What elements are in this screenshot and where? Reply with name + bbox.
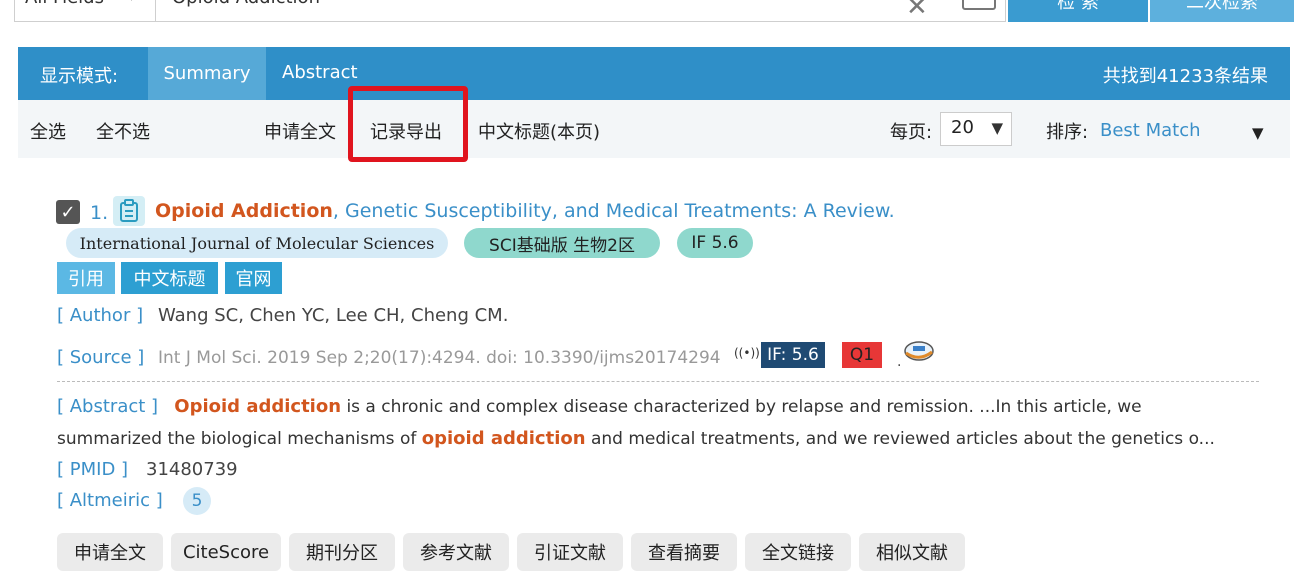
abstract-text-1: is a chronic and complex disease charact…	[341, 397, 1142, 417]
sort-select[interactable]: Best Match	[1100, 120, 1201, 141]
abstract-line-1: [ Abstract ] Opioid addiction is a chron…	[57, 396, 1142, 417]
sci-zone-badge[interactable]: SCI基础版 生物2区	[464, 228, 660, 258]
title-highlight: Opioid Addiction	[155, 200, 333, 222]
search-field-value: All Fields	[25, 0, 104, 8]
select-all-link[interactable]: 全选	[30, 118, 66, 144]
abstract-line-2: summarized the biological mechanisms of …	[57, 428, 1215, 449]
broadcast-icon: ((•))	[734, 346, 760, 360]
official-site-button[interactable]: 官网	[225, 262, 282, 294]
title-rest: , Genetic Susceptibility, and Medical Tr…	[332, 200, 895, 222]
references-button[interactable]: 参考文献	[403, 533, 509, 571]
section-divider	[57, 381, 1259, 382]
search-input[interactable]: Opioid Addiction	[156, 0, 1006, 22]
citescore-button[interactable]: CiteScore	[171, 533, 281, 571]
sort-label: 排序:	[1046, 122, 1089, 143]
result-number: 1.	[90, 202, 109, 224]
request-fulltext-link[interactable]: 申请全文	[264, 118, 336, 144]
publisher-logo-icon[interactable]	[902, 338, 936, 368]
highlight-annotation-box	[348, 86, 468, 162]
chevron-down-icon: ▼	[126, 0, 137, 3]
abstract-text-2b: and medical treatments, and we reviewed …	[585, 429, 1215, 449]
altmetric-score[interactable]: 5	[183, 487, 211, 515]
source-citation: Int J Mol Sci. 2019 Sep 2;20(17):4294. d…	[158, 348, 721, 368]
secondary-search-button[interactable]: 二次检索	[1150, 0, 1294, 22]
keyboard-icon[interactable]	[962, 0, 996, 10]
select-none-link[interactable]: 全不选	[96, 118, 150, 144]
chinese-title-button[interactable]: 中文标题	[121, 262, 218, 294]
chinese-title-page-link[interactable]: 中文标题(本页)	[478, 118, 600, 144]
search-button[interactable]: 检 索	[1008, 0, 1148, 22]
pmid-value: 31480739	[146, 459, 238, 480]
request-fulltext-button[interactable]: 申请全文	[57, 533, 163, 571]
impact-factor-badge[interactable]: IF 5.6	[677, 228, 753, 258]
similar-articles-button[interactable]: 相似文献	[859, 533, 965, 571]
abstract-highlight-1: Opioid addiction	[174, 396, 342, 417]
clipboard-icon[interactable]	[113, 196, 145, 226]
search-field-select[interactable]: All Fields ▼	[14, 0, 156, 22]
results-header: 显示模式: Summary Abstract 共找到41233条结果	[18, 47, 1290, 100]
display-mode-label: 显示模式:	[40, 66, 119, 87]
per-page-value: 20	[951, 117, 974, 138]
separator-dot: .	[897, 354, 902, 370]
author-list: Wang SC, Chen YC, Lee CH, Cheng CM.	[158, 305, 509, 326]
chevron-down-icon: ▼	[991, 119, 1003, 137]
per-page-select[interactable]: 20 ▼	[940, 112, 1012, 146]
clipboard-icon-svg	[120, 199, 138, 222]
fulltext-link-button[interactable]: 全文链接	[745, 533, 851, 571]
pmid-label: [ PMID ]	[57, 459, 129, 480]
if-tag: IF: 5.6	[761, 342, 825, 368]
result-count: 共找到41233条结果	[1102, 66, 1268, 87]
citing-articles-button[interactable]: 引证文献	[517, 533, 623, 571]
journal-zone-button[interactable]: 期刊分区	[289, 533, 395, 571]
tab-summary[interactable]: Summary	[148, 47, 266, 100]
author-label: [ Author ]	[57, 305, 144, 326]
result-checkbox[interactable]: ✓	[56, 200, 80, 224]
abstract-highlight-2: opioid addiction	[421, 428, 586, 449]
clear-search-icon[interactable]: ✕	[906, 0, 928, 22]
journal-badge[interactable]: International Journal of Molecular Scien…	[66, 228, 448, 258]
source-label: [ Source ]	[57, 347, 145, 368]
view-abstract-button[interactable]: 查看摘要	[631, 533, 737, 571]
per-page-label: 每页:	[890, 122, 933, 143]
publisher-logo-svg	[904, 341, 934, 361]
chevron-down-icon[interactable]: ▼	[1252, 124, 1264, 142]
abstract-text-2a: summarized the biological mechanisms of	[57, 429, 422, 449]
quartile-badge: Q1	[842, 342, 882, 368]
abstract-label: [ Abstract ]	[57, 396, 159, 417]
tab-abstract[interactable]: Abstract	[282, 62, 358, 83]
cite-button[interactable]: 引用	[57, 262, 115, 294]
result-title-link[interactable]: Opioid Addiction, Genetic Susceptibility…	[155, 200, 895, 222]
altmetric-label: [ Altmeiric ]	[57, 490, 163, 511]
